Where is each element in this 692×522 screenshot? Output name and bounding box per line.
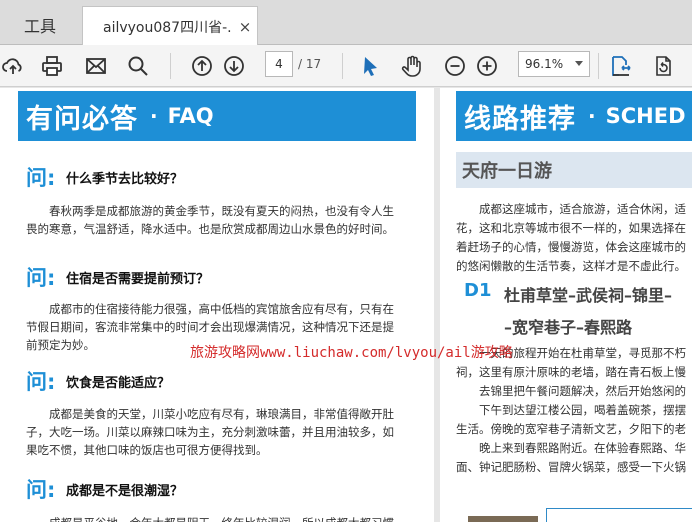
watermark-url: www.liuchaw.com/lvyou/ail (260, 345, 471, 361)
zoom-in-icon[interactable] (472, 51, 502, 81)
faq-answer-1: 春秋两季是成都旅游的黄金季节，既没有夏天的闷热，也没有令人生 畏的寒意，气温舒适… (26, 202, 406, 238)
fit-page-icon[interactable] (606, 51, 636, 81)
answer-line: 成都是美食的天堂，川菜小吃应有尽有，琳琅满目，非常值得敞开肚 (49, 407, 394, 421)
answer-line: 畏的寒意，气温舒适，降水适中。也是欣赏成都周边山水景色的好时间。 (26, 222, 394, 236)
route-line-2: –宽窄巷子–春熙路 (504, 318, 633, 337)
page-down-icon[interactable] (219, 51, 249, 81)
faq-title-dot: · (150, 104, 158, 128)
intro-line: 着赶场子的心情，慢慢游览，体会这座城市的 (456, 240, 686, 254)
faq-title-en: FAQ (167, 104, 214, 128)
route-title-cn: 线路推荐 (464, 103, 576, 135)
page-up-icon[interactable] (187, 51, 217, 81)
question-mark-label: 问: (26, 370, 56, 394)
pdf-page-left: 有问必答 · FAQ 问: 什么季节去比较好？ 春秋两季是成都旅游的黄金季节，既… (0, 88, 434, 522)
document-area[interactable]: 有问必答 · FAQ 问: 什么季节去比较好？ 春秋两季是成都旅游的黄金季节，既… (0, 88, 692, 522)
answer-line: 子，大吃一场。川菜以麻辣口味为主，充分刺激味蕾，并且用油较多，如 (26, 425, 394, 439)
faq-title-cn: 有问必答 (26, 103, 138, 135)
watermark-cn: 旅游攻略网 (190, 345, 260, 361)
day-line: 晚上来到春熙路附近。在体验春熙路、华 (479, 441, 686, 455)
route-line-1: 杜甫草堂–武侯祠–锦里– (504, 286, 673, 305)
zoom-out-icon[interactable] (440, 51, 470, 81)
day-line: 下午到达望江楼公园，喝着盖碗茶，摆摆 (479, 403, 686, 417)
tab-document[interactable]: ailvyou087四川省-... × (82, 6, 258, 46)
photo-frame (546, 508, 692, 522)
day-line: 面、钟记肥肠粉、冒牌火锅菜，感受一下火锅 (456, 460, 686, 474)
search-icon[interactable] (123, 51, 153, 81)
answer-line: 成都是平谷地，会年大都是阴天，终年比较湿润，所以成都大都习惯 (26, 514, 406, 522)
answer-line: 春秋两季是成都旅游的黄金季节，既没有夏天的闷热，也没有令人生 (49, 204, 394, 218)
route-subtitle: 天府一日游 (456, 152, 692, 188)
day-label: D1 (464, 280, 492, 301)
answer-line: 果吃不惯，其他口味的饭店也可很方便得找到。 (26, 443, 268, 457)
question-mark-label: 问: (26, 478, 56, 502)
page-total: / 17 (298, 57, 322, 71)
close-tab-button[interactable]: × (233, 18, 257, 36)
toolbar-divider (342, 53, 343, 79)
question-text: 住宿是否需要提前预订？ (66, 271, 210, 287)
photo-thumbnail (468, 516, 538, 522)
faq-banner: 有问必答 · FAQ (18, 91, 416, 141)
watermark-text: 旅游攻略网www.liuchaw.com/lvyou/ail游攻略 (190, 342, 513, 362)
mail-icon[interactable] (81, 51, 111, 81)
intro-line: 花，这和北京等城市很不一样的，如果选择在 (456, 221, 686, 235)
faq-question-3: 问: 饮食是否能适应？ (26, 366, 170, 396)
day-description: 一天的旅程开始在杜甫草堂，寻觅那不朽 祠，这里有原汁原味的老墙，踏在青石板上慢 … (456, 344, 692, 477)
route-banner: 线路推荐 · SCHED (456, 91, 692, 141)
zoom-select[interactable]: 96.1% (518, 51, 590, 77)
route-title-dot: · (588, 104, 596, 128)
faq-question-1: 问: 什么季节去比较好？ (26, 162, 183, 192)
hand-tool-icon[interactable] (397, 51, 427, 81)
answer-line: 成都市的住宿接待能力很强，高中低档的宾馆旅舍应有尽有，只有在 (49, 302, 394, 316)
faq-question-2: 问: 住宿是否需要提前预订？ (26, 262, 209, 292)
select-cursor-icon[interactable] (355, 51, 385, 81)
intro-line: 的悠闲懒散的生活节奏，这样才是不虚此行。 (456, 259, 686, 273)
question-text: 成都是不是很潮湿？ (66, 483, 184, 499)
day-line: 去锦里把午餐问题解决，然后开始悠闲的 (479, 384, 686, 398)
tab-bar: 工具 ailvyou087四川省-... × (0, 0, 692, 46)
question-mark-label: 问: (26, 166, 56, 190)
tab-document-title: ailvyou087四川省-... (103, 19, 233, 36)
toolbar-divider (170, 53, 171, 79)
toolbar-divider (598, 53, 599, 79)
pdf-page-right: 线路推荐 · SCHED 天府一日游 成都这座城市，适合旅游，适合休闲，适 花，… (440, 88, 692, 522)
watermark-tail: 游攻略 (470, 345, 513, 361)
answer-line: 节假日期间，客流非常集中的时间才会出现爆满情况，这种情况下还是提 (26, 320, 394, 334)
upload-cloud-icon[interactable] (0, 51, 28, 81)
faq-question-4: 问: 成都是不是很潮湿？ (26, 474, 183, 504)
question-text: 什么季节去比较好？ (66, 171, 184, 187)
route-title-en: SCHED (605, 104, 686, 128)
tab-tools[interactable]: 工具 (0, 8, 80, 42)
day-line: 祠，这里有原汁原味的老墙，踏在青石板上慢 (456, 365, 686, 379)
question-text: 饮食是否能适应？ (66, 375, 171, 391)
chevron-down-icon (575, 61, 583, 66)
faq-answer-4: 成都是平谷地，会年大都是阴天，终年比较湿润，所以成都大都习惯 (26, 514, 406, 522)
page-number-input[interactable]: 4 (265, 51, 293, 77)
zoom-value: 96.1% (525, 57, 564, 71)
day-line: 生活。傍晚的宽窄巷子清新文艺，夕阳下的老 (456, 422, 686, 436)
intro-line: 成都这座城市，适合旅游，适合休闲，适 (479, 202, 686, 216)
print-icon[interactable] (37, 51, 67, 81)
faq-answer-3: 成都是美食的天堂，川菜小吃应有尽有，琳琅满目，非常值得敞开肚 子，大吃一场。川菜… (26, 405, 406, 459)
question-mark-label: 问: (26, 266, 56, 290)
route-intro: 成都这座城市，适合旅游，适合休闲，适 花，这和北京等城市很不一样的，如果选择在 … (456, 200, 692, 276)
rotate-page-icon[interactable] (648, 51, 678, 81)
